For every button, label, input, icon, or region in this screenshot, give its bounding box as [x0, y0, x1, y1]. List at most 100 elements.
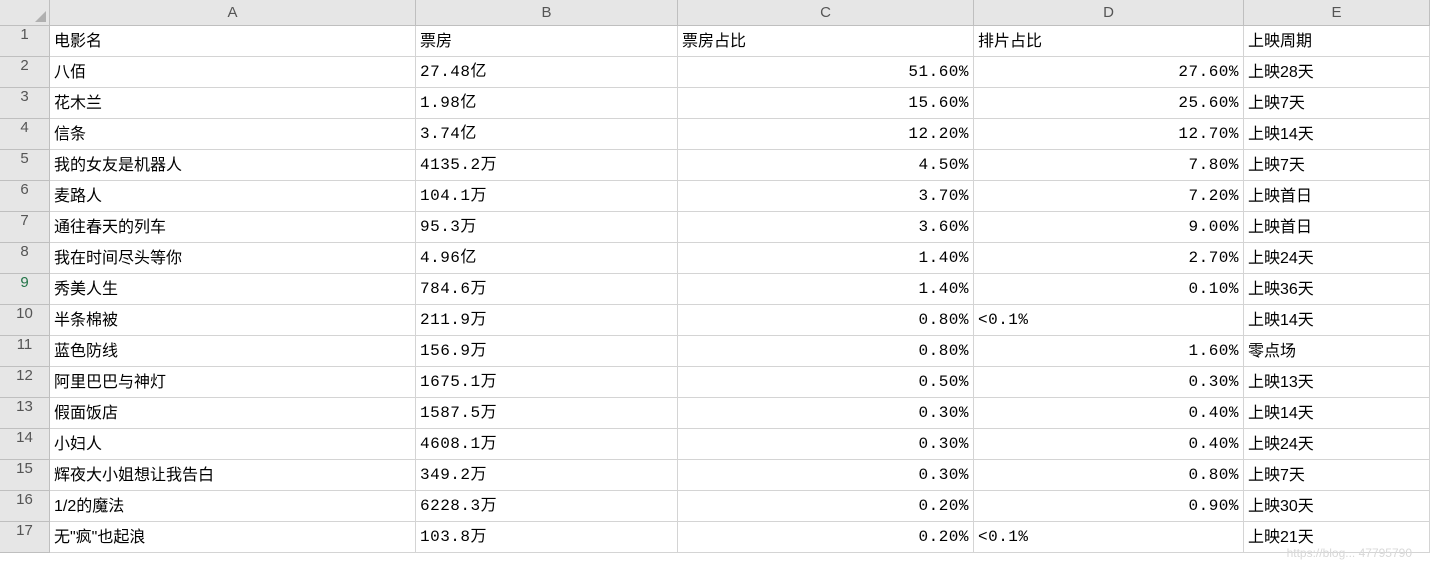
cell-B8[interactable]: 4.96亿	[416, 243, 678, 274]
cell-C16[interactable]: 0.20%	[678, 491, 974, 522]
row-header-4[interactable]: 4	[0, 119, 50, 150]
cell-B5[interactable]: 4135.2万	[416, 150, 678, 181]
cell-D9[interactable]: 0.10%	[974, 274, 1244, 305]
cell-C8[interactable]: 1.40%	[678, 243, 974, 274]
cell-D7[interactable]: 9.00%	[974, 212, 1244, 243]
cell-C13[interactable]: 0.30%	[678, 398, 974, 429]
cell-C12[interactable]: 0.50%	[678, 367, 974, 398]
cell-D13[interactable]: 0.40%	[974, 398, 1244, 429]
row-header-11[interactable]: 11	[0, 336, 50, 367]
cell-E15[interactable]: 上映7天	[1244, 460, 1430, 491]
cell-E9[interactable]: 上映36天	[1244, 274, 1430, 305]
cell-E7[interactable]: 上映首日	[1244, 212, 1430, 243]
cell-E17[interactable]: 上映21天	[1244, 522, 1430, 553]
cell-C4[interactable]: 12.20%	[678, 119, 974, 150]
cell-D15[interactable]: 0.80%	[974, 460, 1244, 491]
cell-E6[interactable]: 上映首日	[1244, 181, 1430, 212]
cell-A15[interactable]: 辉夜大小姐想让我告白	[50, 460, 416, 491]
cell-A17[interactable]: 无"疯"也起浪	[50, 522, 416, 553]
cell-B17[interactable]: 103.8万	[416, 522, 678, 553]
row-header-16[interactable]: 16	[0, 491, 50, 522]
cell-E11[interactable]: 零点场	[1244, 336, 1430, 367]
cell-A9[interactable]: 秀美人生	[50, 274, 416, 305]
row-header-15[interactable]: 15	[0, 460, 50, 491]
cell-A1[interactable]: 电影名	[50, 26, 416, 57]
cell-E12[interactable]: 上映13天	[1244, 367, 1430, 398]
cell-E8[interactable]: 上映24天	[1244, 243, 1430, 274]
cell-B4[interactable]: 3.74亿	[416, 119, 678, 150]
cell-C15[interactable]: 0.30%	[678, 460, 974, 491]
cell-D11[interactable]: 1.60%	[974, 336, 1244, 367]
cell-B2[interactable]: 27.48亿	[416, 57, 678, 88]
cell-D16[interactable]: 0.90%	[974, 491, 1244, 522]
cell-B11[interactable]: 156.9万	[416, 336, 678, 367]
row-header-17[interactable]: 17	[0, 522, 50, 553]
column-header-C[interactable]: C	[678, 0, 974, 26]
cell-C6[interactable]: 3.70%	[678, 181, 974, 212]
cell-A5[interactable]: 我的女友是机器人	[50, 150, 416, 181]
row-header-6[interactable]: 6	[0, 181, 50, 212]
cell-A14[interactable]: 小妇人	[50, 429, 416, 460]
cell-E2[interactable]: 上映28天	[1244, 57, 1430, 88]
cell-E5[interactable]: 上映7天	[1244, 150, 1430, 181]
cell-B6[interactable]: 104.1万	[416, 181, 678, 212]
cell-D2[interactable]: 27.60%	[974, 57, 1244, 88]
spreadsheet-grid[interactable]: ABCDE 1电影名票房票房占比排片占比上映周期 2八佰27.48亿 5 1.60% 27…	[0, 0, 1430, 553]
cell-C5[interactable]: 4.50%	[678, 150, 974, 181]
cell-C7[interactable]: 3.60%	[678, 212, 974, 243]
cell-E4[interactable]: 上映14天	[1244, 119, 1430, 150]
row-header-9[interactable]: 9	[0, 274, 50, 305]
cell-C1[interactable]: 票房占比	[678, 26, 974, 57]
column-header-E[interactable]: E	[1244, 0, 1430, 26]
cell-E13[interactable]: 上映14天	[1244, 398, 1430, 429]
select-all-corner[interactable]	[0, 0, 50, 26]
cell-A11[interactable]: 蓝色防线	[50, 336, 416, 367]
row-header-3[interactable]: 3	[0, 88, 50, 119]
cell-E1[interactable]: 上映周期	[1244, 26, 1430, 57]
row-header-2[interactable]: 2	[0, 57, 50, 88]
cell-A2[interactable]: 八佰	[50, 57, 416, 88]
cell-B12[interactable]: 1675.1万	[416, 367, 678, 398]
column-header-B[interactable]: B	[416, 0, 678, 26]
cell-A12[interactable]: 阿里巴巴与神灯	[50, 367, 416, 398]
cell-B14[interactable]: 4608.1万	[416, 429, 678, 460]
cell-D6[interactable]: 7.20%	[974, 181, 1244, 212]
cell-A8[interactable]: 我在时间尽头等你	[50, 243, 416, 274]
cell-A4[interactable]: 信条	[50, 119, 416, 150]
cell-B13[interactable]: 1587.5万	[416, 398, 678, 429]
row-header-5[interactable]: 5	[0, 150, 50, 181]
cell-C17[interactable]: 0.20%	[678, 522, 974, 553]
cell-D12[interactable]: 0.30%	[974, 367, 1244, 398]
cell-D1[interactable]: 排片占比	[974, 26, 1244, 57]
row-header-1[interactable]: 1	[0, 26, 50, 57]
cell-C14[interactable]: 0.30%	[678, 429, 974, 460]
cell-A16[interactable]: 1/2的魔法	[50, 491, 416, 522]
cell-A10[interactable]: 半条棉被	[50, 305, 416, 336]
cell-A3[interactable]: 花木兰	[50, 88, 416, 119]
row-header-10[interactable]: 10	[0, 305, 50, 336]
cell-A13[interactable]: 假面饭店	[50, 398, 416, 429]
cell-D10[interactable]: <0.1%	[974, 305, 1244, 336]
cell-D3[interactable]: 25.60%	[974, 88, 1244, 119]
cell-B15[interactable]: 349.2万	[416, 460, 678, 491]
cell-C9[interactable]: 1.40%	[678, 274, 974, 305]
cell-D8[interactable]: 2.70%	[974, 243, 1244, 274]
cell-B10[interactable]: 211.9万	[416, 305, 678, 336]
row-header-13[interactable]: 13	[0, 398, 50, 429]
cell-E16[interactable]: 上映30天	[1244, 491, 1430, 522]
cell-D14[interactable]: 0.40%	[974, 429, 1244, 460]
cell-D4[interactable]: 12.70%	[974, 119, 1244, 150]
row-header-7[interactable]: 7	[0, 212, 50, 243]
cell-B16[interactable]: 6228.3万	[416, 491, 678, 522]
column-header-A[interactable]: A	[50, 0, 416, 26]
cell-A6[interactable]: 麦路人	[50, 181, 416, 212]
cell-A7[interactable]: 通往春天的列车	[50, 212, 416, 243]
cell-B7[interactable]: 95.3万	[416, 212, 678, 243]
cell-D17[interactable]: <0.1%	[974, 522, 1244, 553]
cell-E10[interactable]: 上映14天	[1244, 305, 1430, 336]
row-header-8[interactable]: 8	[0, 243, 50, 274]
cell-B1[interactable]: 票房	[416, 26, 678, 57]
row-header-12[interactable]: 12	[0, 367, 50, 398]
cell-B9[interactable]: 784.6万	[416, 274, 678, 305]
column-header-D[interactable]: D	[974, 0, 1244, 26]
